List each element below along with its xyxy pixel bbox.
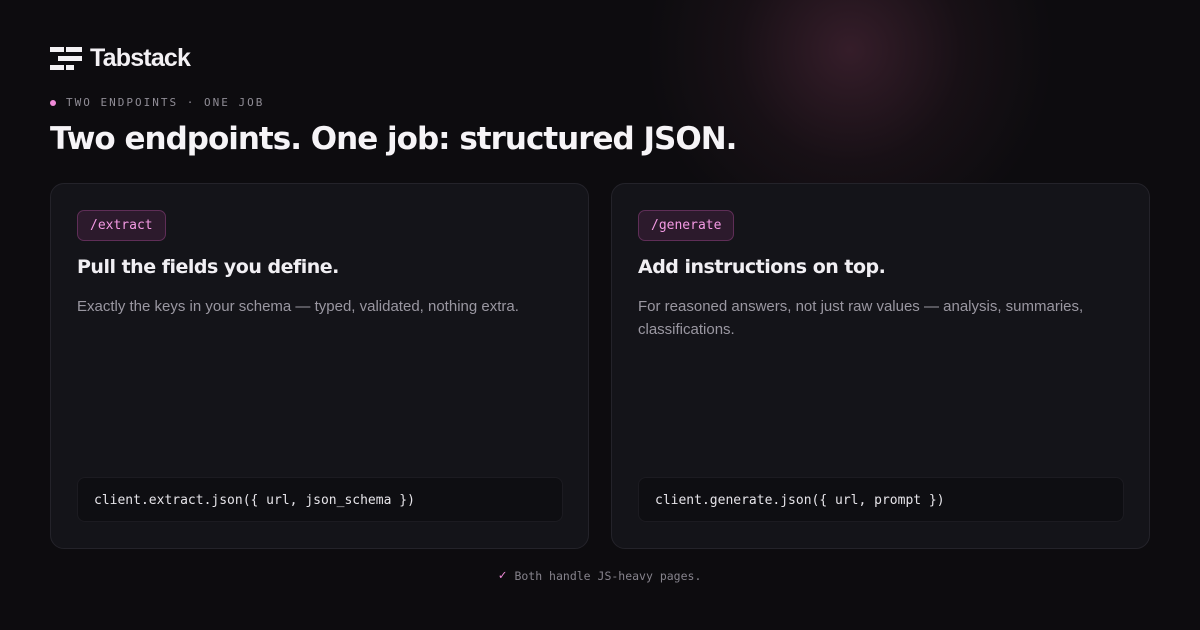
eyebrow: TWO ENDPOINTS · ONE JOB <box>50 96 264 109</box>
page-headline: Two endpoints. One job: structured JSON. <box>50 121 737 157</box>
checkmark-icon: ✓ <box>498 568 507 583</box>
footer-text: Both handle JS-heavy pages. <box>514 568 702 583</box>
extract-card: /extract Pull the fields you define. Exa… <box>50 183 589 549</box>
code-snippet: client.generate.json({ url, prompt }) <box>638 477 1124 522</box>
card-title: Pull the fields you define. <box>77 256 339 278</box>
endpoint-badge-extract: /extract <box>77 210 166 241</box>
stacked-bars-logo-icon <box>50 46 82 70</box>
eyebrow-text: TWO ENDPOINTS · ONE JOB <box>66 96 265 109</box>
brand-logo[interactable]: Tabstack <box>50 44 191 73</box>
footer-note: ✓ Both handle JS-heavy pages. <box>0 568 1200 583</box>
card-description: Exactly the keys in your schema — typed,… <box>77 298 519 315</box>
card-title: Add instructions on top. <box>638 256 886 278</box>
code-snippet: client.extract.json({ url, json_schema }… <box>77 477 563 522</box>
generate-card: /generate Add instructions on top. For r… <box>611 183 1150 549</box>
brand-name: Tabstack <box>90 44 191 72</box>
bullet-dot-icon <box>50 99 56 106</box>
endpoint-badge-generate: /generate <box>638 210 735 241</box>
card-description: For reasoned answers, not just raw value… <box>638 298 1084 338</box>
